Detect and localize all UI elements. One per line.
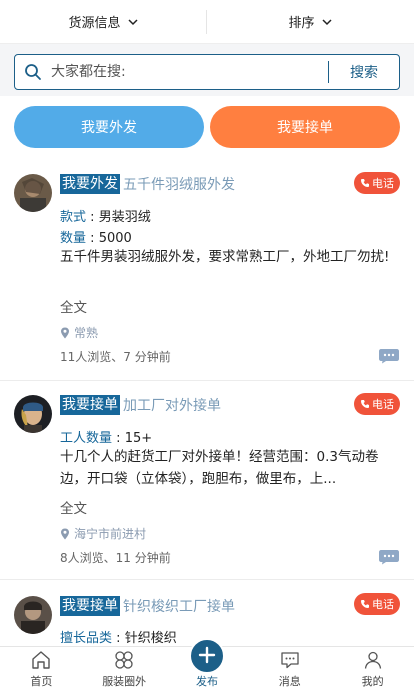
- post-type-tag: 我要外发: [60, 174, 120, 194]
- search-box: 搜索: [14, 54, 400, 90]
- field-value: 针织梭织: [124, 631, 177, 646]
- tab-messages-label: 消息: [278, 675, 301, 688]
- search-icon: [15, 55, 51, 89]
- chevron-down-icon: [321, 18, 332, 25]
- location-text: 常熟: [74, 326, 99, 340]
- field-value: 男装羽绒: [98, 210, 151, 225]
- post-title[interactable]: 针织梭织工厂接单: [123, 596, 235, 616]
- post-meta: 11人浏览、7 分钟前: [60, 350, 171, 364]
- source-filter-dropdown[interactable]: 货源信息: [0, 0, 207, 43]
- tab-mine-label: 我的: [361, 675, 384, 688]
- post-title-row: 我要外发 五千件羽绒服外发: [60, 174, 235, 194]
- tab-mine[interactable]: 我的: [331, 647, 414, 692]
- user-icon: [364, 651, 381, 669]
- source-filter-label: 货源信息: [68, 16, 121, 31]
- tab-home-label: 首页: [30, 675, 53, 688]
- full-text-link[interactable]: 全文: [60, 296, 87, 316]
- publish-button[interactable]: [188, 638, 225, 674]
- field-separator: :: [90, 231, 95, 246]
- post-title[interactable]: 五千件羽绒服外发: [123, 174, 235, 194]
- phone-button[interactable]: 电话: [354, 393, 400, 415]
- post-field: 擅长品类 : 针织梭织: [60, 627, 177, 646]
- home-icon: [32, 651, 51, 669]
- comment-icon[interactable]: [378, 348, 400, 364]
- tab-circle-label: 服装圈外: [102, 675, 147, 688]
- tab-publish-label: 发布: [195, 675, 218, 688]
- post-title[interactable]: 加工厂对外接单: [123, 395, 221, 415]
- post-field: 工人数量 : 15+: [60, 427, 152, 446]
- post-type-tag: 我要接单: [60, 395, 120, 415]
- message-icon: [281, 652, 299, 669]
- avatar[interactable]: [14, 596, 52, 634]
- field-key: 工人数量: [60, 431, 113, 446]
- post-location: 常熟: [60, 324, 98, 341]
- field-separator: :: [90, 210, 95, 225]
- tab-home[interactable]: 首页: [0, 647, 83, 692]
- location-pin-icon: [61, 327, 69, 338]
- phone-icon: [361, 400, 369, 408]
- tab-publish[interactable]: 发布: [166, 638, 249, 692]
- phone-icon: [361, 179, 369, 187]
- field-separator: :: [116, 431, 121, 446]
- field-value: 5000: [98, 231, 132, 246]
- location-text: 海宁市前进村: [74, 527, 147, 541]
- clover-icon: [115, 651, 133, 669]
- tab-messages[interactable]: 消息: [248, 647, 331, 692]
- action-row: 我要外发 我要接单: [14, 106, 400, 150]
- location-pin-icon: [61, 528, 69, 539]
- accept-order-button[interactable]: 我要接单: [210, 106, 400, 148]
- tab-circle[interactable]: 服装圈外: [83, 647, 166, 692]
- post-meta: 8人浏览、11 分钟前: [60, 551, 171, 565]
- post-location: 海宁市前进村: [60, 525, 146, 542]
- list-item[interactable]: 我要接单 针织梭织工厂接单 电话 擅长品类 : 针织梭织: [0, 580, 414, 646]
- field-key: 擅长品类: [60, 631, 113, 646]
- phone-icon: [361, 600, 369, 608]
- field-value: 15+: [124, 431, 153, 446]
- outsource-button[interactable]: 我要外发: [14, 106, 204, 148]
- phone-button[interactable]: 电话: [354, 172, 400, 194]
- list-item[interactable]: 我要外发 五千件羽绒服外发 电话 款式 : 男装羽绒 数量 : 5000 五千件…: [0, 160, 414, 380]
- sort-label: 排序: [288, 16, 315, 31]
- search-button[interactable]: 搜索: [329, 62, 399, 82]
- search-area: 搜索: [0, 44, 414, 96]
- post-description: 五千件男装羽绒服外发，要求常熟工厂，外地工厂勿扰!: [60, 249, 390, 265]
- chevron-down-icon: [127, 18, 138, 25]
- phone-label: 电话: [372, 399, 394, 411]
- phone-label: 电话: [372, 178, 394, 190]
- plus-icon: [198, 646, 216, 664]
- field-key: 款式: [60, 210, 87, 225]
- avatar[interactable]: [14, 395, 52, 433]
- filter-bar: 货源信息 排序: [0, 0, 414, 44]
- bottom-tab-bar: 首页 服装圈外 发布 消息 我的: [0, 638, 414, 692]
- post-field: 数量 : 5000: [60, 227, 132, 246]
- post-type-tag: 我要接单: [60, 596, 120, 616]
- full-text-link[interactable]: 全文: [60, 497, 87, 517]
- sort-dropdown[interactable]: 排序: [207, 0, 414, 43]
- phone-button[interactable]: 电话: [354, 593, 400, 615]
- avatar[interactable]: [14, 174, 52, 212]
- post-title-row: 我要接单 针织梭织工厂接单: [60, 596, 235, 616]
- phone-label: 电话: [372, 599, 394, 611]
- field-key: 数量: [60, 231, 87, 246]
- post-field: 款式 : 男装羽绒: [60, 206, 151, 225]
- search-input[interactable]: [51, 55, 328, 89]
- post-title-row: 我要接单 加工厂对外接单: [60, 395, 221, 415]
- post-description: 十几个人的赶货工厂对外接单！经营范围：0.3气动卷边，开口袋（立体袋），跑胆布，…: [60, 449, 379, 487]
- comment-icon[interactable]: [378, 549, 400, 565]
- list-item[interactable]: 我要接单 加工厂对外接单 电话 工人数量 : 15+ 十几个人的赶货工厂对外接单…: [0, 381, 414, 579]
- field-separator: :: [116, 631, 121, 646]
